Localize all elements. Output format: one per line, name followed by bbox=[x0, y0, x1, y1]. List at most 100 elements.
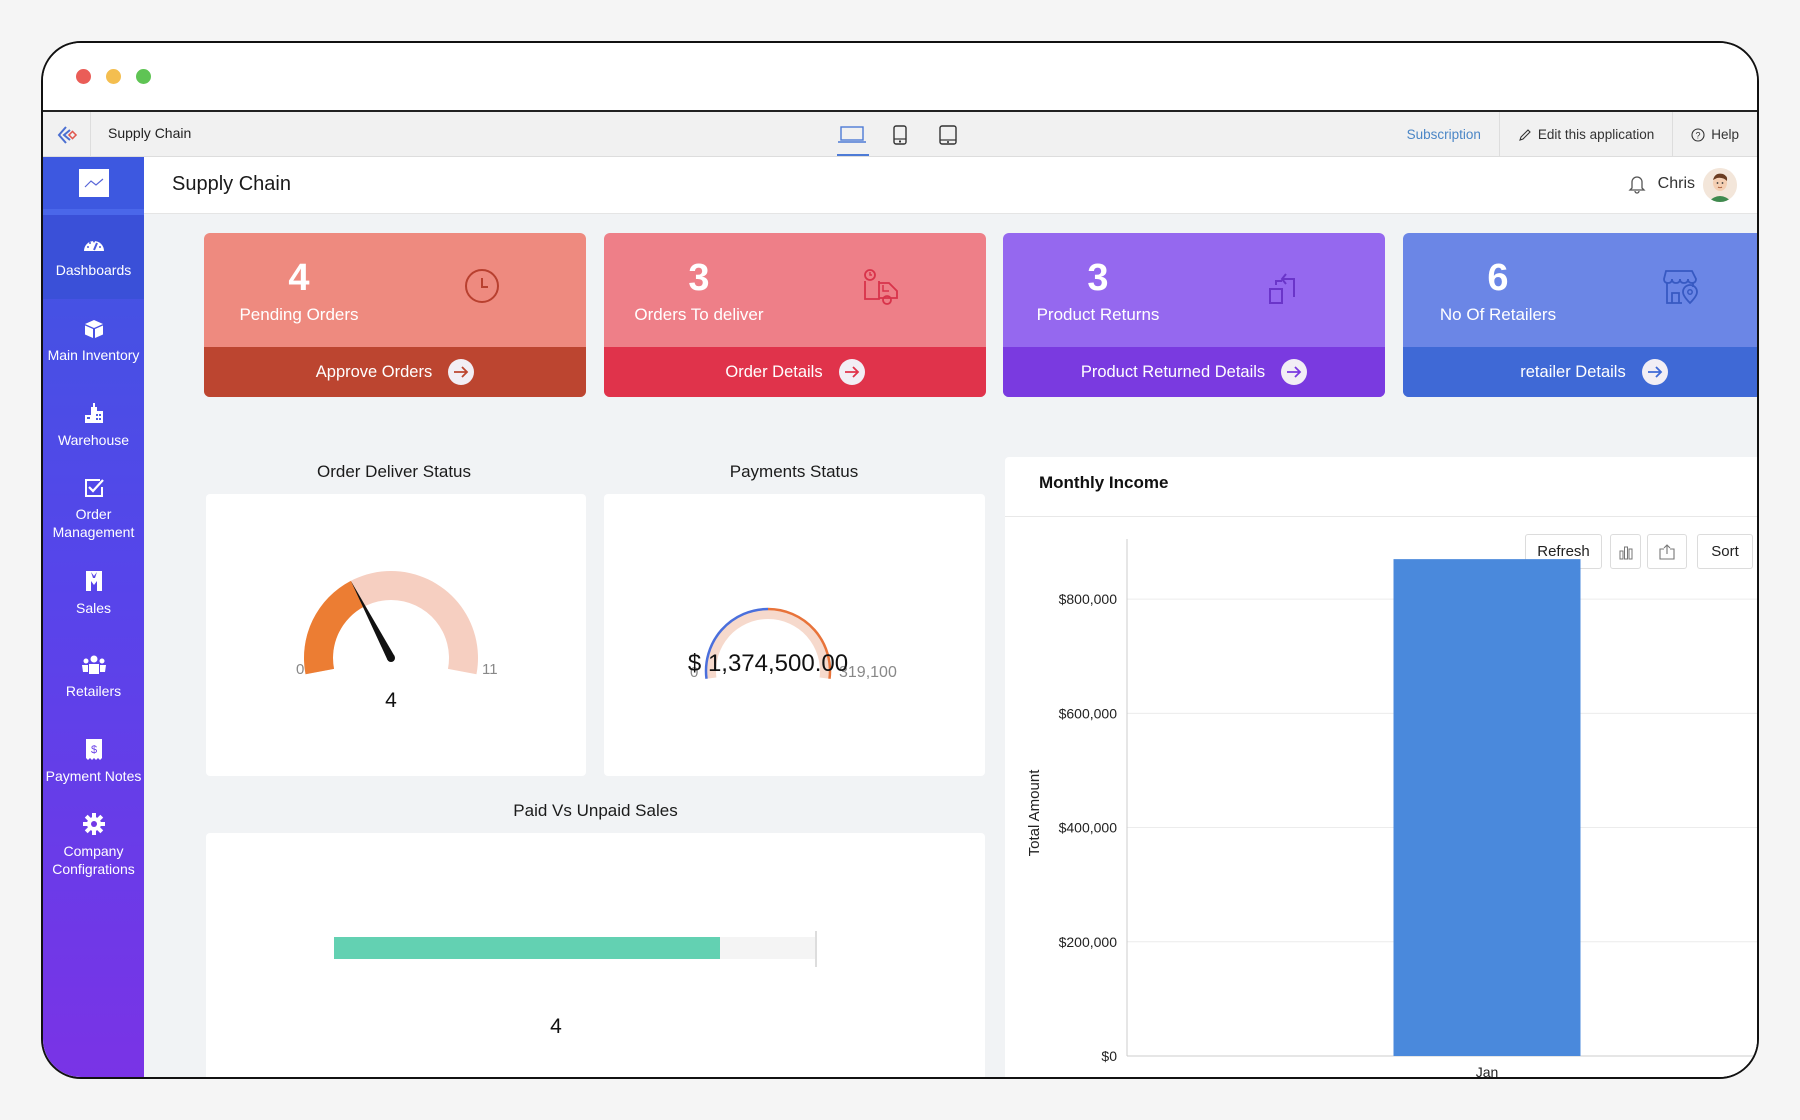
monthly-income-chart: $0$200,000$400,000$600,000$800,000JanMon… bbox=[1026, 539, 1757, 1079]
stat-action-button[interactable]: Order Details bbox=[604, 347, 986, 397]
order-deliver-status-panel: 0 11 4 bbox=[206, 494, 586, 776]
sort-button[interactable]: Sort bbox=[1697, 534, 1753, 569]
gauge-min-label: 0 bbox=[296, 661, 304, 678]
stat-label: Product Returns bbox=[1036, 305, 1160, 324]
paid-progress-track bbox=[334, 931, 817, 967]
svg-text:?: ? bbox=[1696, 130, 1701, 140]
building-icon bbox=[83, 401, 105, 425]
bell-icon[interactable] bbox=[1628, 174, 1646, 199]
clock-icon bbox=[463, 267, 501, 310]
gauge-max-label: 11 bbox=[482, 661, 498, 678]
stat-label: Pending Orders bbox=[239, 305, 359, 324]
help-circle-icon: ? bbox=[1691, 127, 1705, 142]
store-location-icon bbox=[1660, 267, 1700, 312]
gauge-needle-hub bbox=[387, 654, 395, 662]
edit-application-button[interactable]: Edit this application bbox=[1498, 112, 1672, 157]
sidebar-item-retailers[interactable]: Retailers bbox=[43, 635, 144, 719]
delivery-truck-icon bbox=[861, 267, 901, 312]
trend-chart-icon bbox=[78, 169, 109, 197]
sidebar-item-label: Warehouse bbox=[57, 432, 130, 448]
people-icon bbox=[81, 654, 107, 676]
avatar[interactable] bbox=[1703, 168, 1737, 202]
export-button[interactable] bbox=[1647, 534, 1687, 569]
checkbox-icon bbox=[83, 477, 105, 499]
gauge-value-label: 4 bbox=[385, 689, 397, 712]
return-box-icon bbox=[1266, 267, 1300, 312]
sidebar-item-label: Main Inventory bbox=[47, 347, 140, 363]
page-title: Supply Chain bbox=[172, 173, 291, 195]
y-tick-label: $800,000 bbox=[1059, 591, 1118, 607]
stat-action-label: retailer Details bbox=[1520, 362, 1626, 381]
order-deliver-status-title: Order Deliver Status bbox=[317, 462, 471, 481]
receipt-dollar-icon: $ bbox=[84, 737, 104, 761]
sidebar-item-label: Sales bbox=[75, 600, 112, 616]
arrow-right-icon bbox=[838, 359, 865, 385]
sidebar-item-label: Order Management bbox=[52, 506, 135, 540]
gear-icon bbox=[82, 812, 106, 836]
help-label: Help bbox=[1711, 127, 1739, 142]
page-header: Supply Chain Chris bbox=[144, 157, 1757, 214]
payments-gauge: 0 319,100$ 1,374,500.00 bbox=[688, 607, 897, 681]
pencil-icon bbox=[1519, 128, 1531, 141]
stat-card-product-returns: 3 Product Returns Product Returned Detai… bbox=[1003, 233, 1385, 397]
paid-value-label: 4 bbox=[550, 1015, 562, 1038]
arrow-right-icon bbox=[1281, 359, 1308, 385]
stat-action-label: Product Returned Details bbox=[1080, 362, 1266, 381]
user-name[interactable]: Chris bbox=[1658, 175, 1695, 193]
box-icon bbox=[83, 318, 105, 340]
paid-vs-unpaid-title: Paid Vs Unpaid Sales bbox=[513, 801, 678, 820]
app-name: Supply Chain bbox=[108, 125, 192, 141]
gauge-value-label: $ 1,374,500.00 bbox=[688, 650, 848, 677]
sidebar-item-dashboards[interactable]: Dashboards bbox=[43, 215, 144, 299]
chart-type-button[interactable] bbox=[1610, 534, 1641, 569]
arrow-right-icon bbox=[1641, 359, 1668, 385]
sidebar-item-main-inventory[interactable]: Main Inventory bbox=[43, 299, 144, 383]
subscription-label: Subscription bbox=[1406, 127, 1481, 142]
y-tick-label: $200,000 bbox=[1059, 934, 1118, 950]
stat-label: No Of Retailers bbox=[1439, 305, 1557, 324]
sidebar-item-company-configrations[interactable]: Company Configrations bbox=[43, 803, 144, 887]
x-tick-label: Jan bbox=[1476, 1064, 1499, 1079]
paid-progress-fill bbox=[334, 937, 721, 959]
y-axis-title: Total Amount bbox=[1026, 769, 1043, 857]
arrow-right-icon bbox=[448, 359, 475, 385]
laptop-icon[interactable] bbox=[837, 118, 869, 156]
sidebar-home[interactable] bbox=[43, 157, 144, 215]
stat-card-no-of-retailers: 6 No Of Retailers retailer Details bbox=[1403, 233, 1757, 397]
svg-text:$: $ bbox=[90, 744, 96, 756]
stat-action-label: Approve Orders bbox=[315, 362, 433, 381]
app-window: Supply Chain Subscription Edit this appl… bbox=[41, 41, 1759, 1079]
minimize-window-button[interactable] bbox=[106, 69, 121, 84]
bar-jan[interactable] bbox=[1393, 559, 1581, 1056]
sidebar-item-label: Retailers bbox=[65, 683, 122, 699]
sidebar-item-label: Payment Notes bbox=[45, 768, 142, 784]
app-toolbar: Supply Chain Subscription Edit this appl… bbox=[43, 112, 1757, 157]
gauge-fill bbox=[304, 580, 365, 675]
subscription-link[interactable]: Subscription bbox=[1389, 112, 1499, 157]
y-tick-label: $0 bbox=[1101, 1048, 1117, 1064]
maximize-window-button[interactable] bbox=[136, 69, 151, 84]
sidebar-item-warehouse[interactable]: Warehouse bbox=[43, 383, 144, 467]
zoho-creator-logo-icon[interactable] bbox=[43, 112, 91, 157]
stat-action-button[interactable]: Product Returned Details bbox=[1003, 347, 1385, 397]
stat-value: 6 bbox=[1487, 257, 1509, 299]
stat-action-label: Order Details bbox=[725, 362, 823, 381]
tablet-icon[interactable] bbox=[933, 118, 963, 152]
sidebar-item-order-management[interactable]: Order Management bbox=[43, 467, 144, 551]
sidebar-item-sales[interactable]: Sales bbox=[43, 551, 144, 635]
y-tick-label: $600,000 bbox=[1059, 705, 1118, 721]
refresh-button[interactable]: Refresh bbox=[1525, 534, 1602, 569]
stat-value: 3 bbox=[1087, 257, 1109, 299]
stat-card-pending-orders: 4 Pending Orders Approve Orders bbox=[204, 233, 586, 397]
stat-action-button[interactable]: retailer Details bbox=[1403, 347, 1757, 397]
help-button[interactable]: ? Help bbox=[1672, 112, 1757, 157]
close-window-button[interactable] bbox=[76, 69, 91, 84]
phone-icon[interactable] bbox=[885, 118, 915, 152]
sidebar-item-payment-notes[interactable]: $ Payment Notes bbox=[43, 719, 144, 803]
stat-value: 3 bbox=[688, 257, 710, 299]
stat-action-button[interactable]: Approve Orders bbox=[204, 347, 586, 397]
edit-application-label: Edit this application bbox=[1537, 127, 1655, 142]
main-content: Supply Chain Chris 4 Pending Orders Appr… bbox=[144, 157, 1757, 1079]
suit-icon bbox=[83, 569, 105, 593]
stat-card-orders-to-deliver: 3 Orders To deliver Order Details bbox=[604, 233, 986, 397]
